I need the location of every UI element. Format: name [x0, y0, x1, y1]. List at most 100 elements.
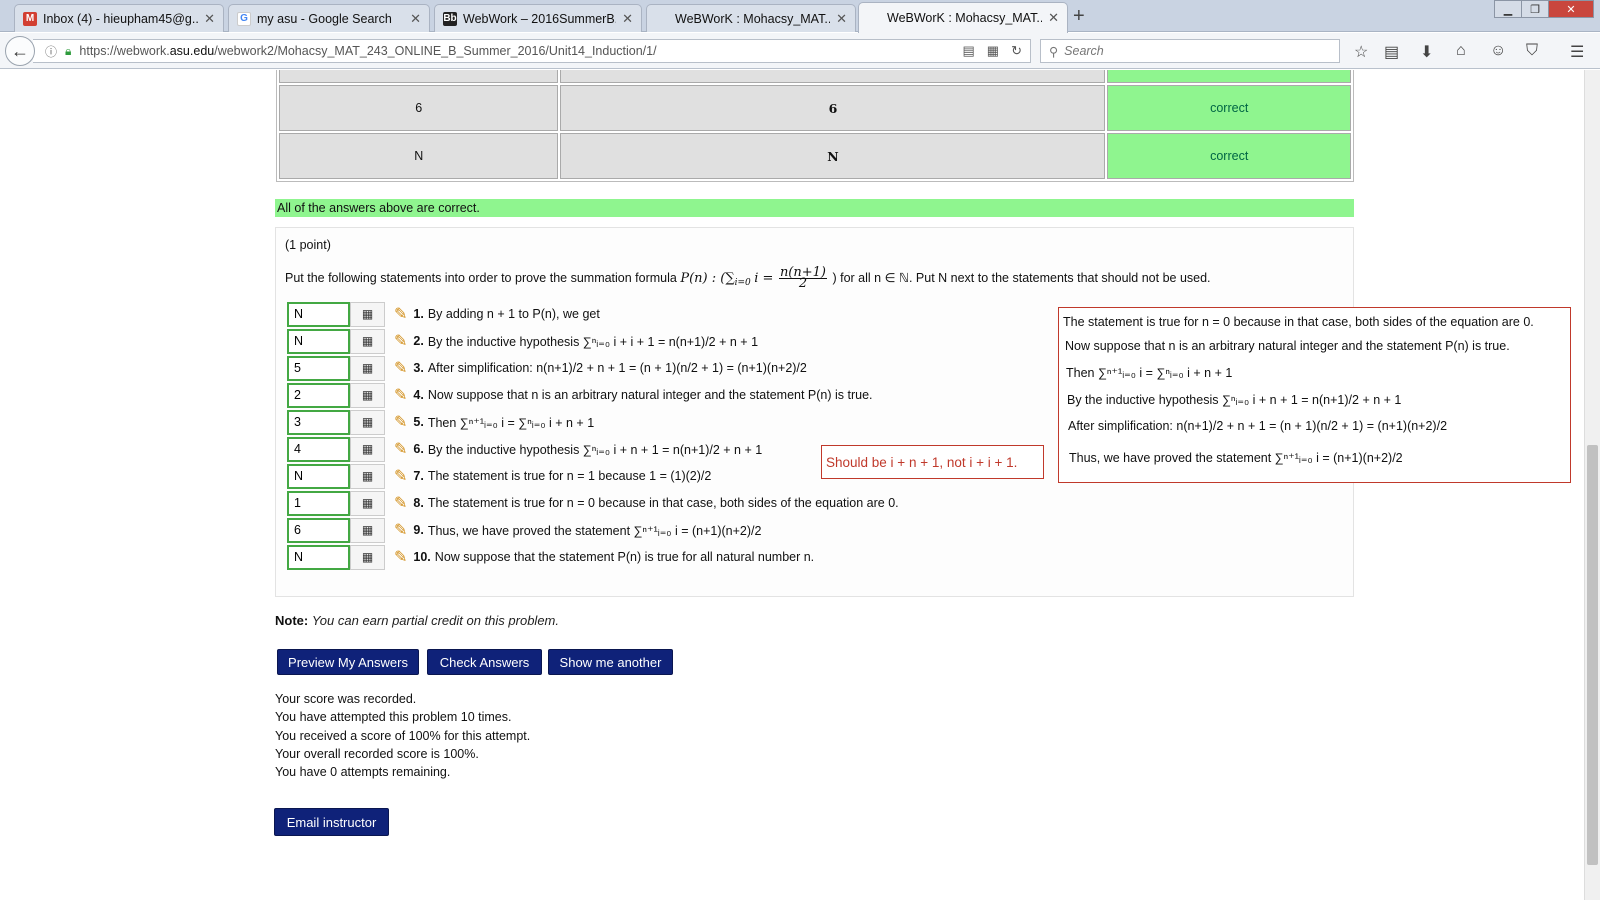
- all-correct-banner: All of the answers above are correct.: [275, 199, 1354, 217]
- answer-palette-icon[interactable]: ▦: [350, 517, 385, 543]
- preview-line: By the inductive hypothesis ∑ⁿᵢ₌₀ i + n …: [1067, 393, 1402, 407]
- navigation-bar: ⓘ 🔒︎ https://webwork.asu.edu/webwork2/Mo…: [0, 33, 1600, 69]
- maximize-icon[interactable]: ❐: [1521, 0, 1549, 18]
- reload-icon[interactable]: ↻: [1011, 43, 1022, 59]
- answer-palette-icon[interactable]: ▦: [350, 409, 385, 435]
- close-tab-icon[interactable]: ✕: [410, 11, 421, 27]
- statement-row: ▦ ✎ 9. Thus, we have proved the statemen…: [287, 517, 762, 543]
- tab-bar: M Inbox (4) - hieupham45@g... ✕ G my asu…: [0, 0, 1600, 33]
- search-icon: ⚲: [1049, 44, 1059, 59]
- answer-input[interactable]: [287, 544, 350, 570]
- answer-input[interactable]: [287, 463, 350, 489]
- bookmark-star-icon[interactable]: ☆: [1354, 42, 1368, 62]
- home-icon[interactable]: ⌂: [1456, 42, 1466, 60]
- close-tab-icon[interactable]: ✕: [622, 11, 633, 27]
- answer-palette-icon[interactable]: ▦: [350, 463, 385, 489]
- entered-cell: N: [279, 133, 559, 179]
- answers-table: 6 6 correct N N correct: [276, 70, 1354, 182]
- new-tab-button[interactable]: +: [1073, 5, 1085, 28]
- answer-input[interactable]: [287, 409, 350, 435]
- tab-title: WeBWorK : Mohacsy_MAT...: [887, 11, 1043, 25]
- statement-text: By the inductive hypothesis ∑ⁿᵢ₌₀ i + i …: [427, 334, 759, 349]
- status-line: Your overall recorded score is 100%.: [275, 746, 479, 761]
- pencil-icon: ✎: [394, 468, 408, 485]
- answer-input[interactable]: [287, 490, 350, 516]
- google-icon: G: [237, 11, 251, 26]
- entered-cell: 6: [279, 85, 559, 131]
- pocket-icon[interactable]: ⛉: [1526, 42, 1538, 60]
- statement-text: After simplification: n(n+1)/2 + n + 1 =…: [427, 361, 807, 375]
- preview-line: After simplification: n(n+1)/2 + n + 1 =…: [1068, 419, 1448, 433]
- preview-cell: 6: [560, 85, 1106, 131]
- problem-box: (1 point) Put the following statements i…: [275, 227, 1571, 597]
- bookmarks-list-icon[interactable]: ▤: [1384, 42, 1399, 62]
- status-line: You have 0 attempts remaining.: [275, 765, 451, 780]
- back-button[interactable]: ←: [5, 36, 35, 66]
- preview-line: The statement is true for n = 0 because …: [1063, 315, 1534, 329]
- tab-title: WeBWorK : Mohacsy_MAT...: [675, 11, 831, 26]
- reader-view-icon[interactable]: ▤: [963, 43, 975, 59]
- answer-palette-icon[interactable]: ▦: [350, 301, 385, 327]
- preview-line: Thus, we have proved the statement ∑ⁿ⁺¹ᵢ…: [1069, 451, 1403, 465]
- browser-tab-webwork-active[interactable]: WeBWorK : Mohacsy_MAT... ✕: [858, 2, 1068, 33]
- table-row: [279, 70, 1351, 83]
- preview-line: Then ∑ⁿ⁺¹ᵢ₌₀ i = ∑ⁿᵢ₌₀ i + n + 1: [1066, 366, 1233, 380]
- statement-text: Now suppose that n is an arbitrary natur…: [427, 388, 873, 402]
- statement-row: ▦ ✎ 6. By the inductive hypothesis ∑ⁿᵢ₌₀…: [287, 436, 762, 462]
- window-controls: ▁ ❐ ✕: [1494, 0, 1594, 18]
- info-icon[interactable]: ⓘ: [45, 43, 57, 60]
- statement-row: ▦ ✎ 4. Now suppose that n is an arbitrar…: [287, 382, 873, 408]
- show-another-button[interactable]: Show me another: [548, 649, 673, 675]
- answer-palette-icon[interactable]: ▦: [350, 490, 385, 516]
- statement-row: ▦ ✎ 1. By adding n + 1 to P(n), we get: [287, 301, 600, 327]
- answer-input[interactable]: [287, 301, 350, 327]
- answer-palette-icon[interactable]: ▦: [350, 328, 385, 354]
- tab-title: WebWork – 2016SummerB...: [463, 11, 617, 26]
- menu-icon[interactable]: ☰: [1570, 42, 1584, 62]
- search-input[interactable]: ⚲ Search: [1040, 39, 1340, 63]
- answer-input[interactable]: [287, 328, 350, 354]
- statement-text: Thus, we have proved the statement ∑ⁿ⁺¹ᵢ…: [427, 523, 762, 538]
- close-tab-icon[interactable]: ✕: [204, 11, 215, 27]
- close-window-icon[interactable]: ✕: [1548, 0, 1594, 18]
- statement-row: ▦ ✎ 5. Then ∑ⁿ⁺¹ᵢ₌₀ i = ∑ⁿᵢ₌₀ i + n + 1: [287, 409, 595, 435]
- pencil-icon: ✎: [394, 549, 408, 566]
- statement-row: ▦ ✎ 7. The statement is true for n = 1 b…: [287, 463, 711, 489]
- minimize-icon[interactable]: ▁: [1494, 0, 1522, 18]
- blackboard-icon: Bb: [443, 11, 457, 26]
- partial-credit-note: Note: You can earn partial credit on thi…: [275, 613, 559, 628]
- download-icon[interactable]: ⬇: [1420, 42, 1433, 62]
- formula-fraction: n(n+1) 2: [778, 265, 827, 291]
- answer-input[interactable]: [287, 517, 350, 543]
- pencil-icon: ✎: [394, 387, 408, 404]
- check-answers-button[interactable]: Check Answers: [427, 649, 542, 675]
- email-instructor-button[interactable]: Email instructor: [274, 808, 389, 836]
- browser-tab-webwork-1[interactable]: WeBWorK : Mohacsy_MAT... ✕: [646, 4, 856, 32]
- answer-preview-box: The statement is true for n = 0 because …: [1058, 307, 1571, 483]
- problem-points: (1 point): [285, 238, 331, 252]
- result-cell: correct: [1107, 133, 1351, 179]
- statement-text: Then ∑ⁿ⁺¹ᵢ₌₀ i = ∑ⁿᵢ₌₀ i + n + 1: [427, 415, 595, 430]
- answer-palette-icon[interactable]: ▦: [350, 382, 385, 408]
- hint-message: Should be i + n + 1, not i + i + 1.: [821, 445, 1044, 479]
- answer-input[interactable]: [287, 382, 350, 408]
- answer-palette-icon[interactable]: ▦: [350, 355, 385, 381]
- status-line: You received a score of 100% for this at…: [275, 728, 531, 743]
- browser-tab-blackboard[interactable]: Bb WebWork – 2016SummerB... ✕: [434, 4, 642, 32]
- address-bar[interactable]: ⓘ 🔒︎ https://webwork.asu.edu/webwork2/Mo…: [33, 39, 1031, 63]
- answer-palette-icon[interactable]: ▦: [350, 436, 385, 462]
- scrollbar-thumb[interactable]: [1587, 445, 1598, 865]
- answer-input[interactable]: [287, 436, 350, 462]
- extension-icon[interactable]: ▦: [987, 43, 999, 59]
- browser-tab-google[interactable]: G my asu - Google Search ✕: [228, 4, 430, 32]
- close-tab-icon[interactable]: ✕: [836, 11, 847, 27]
- close-tab-icon[interactable]: ✕: [1048, 10, 1059, 26]
- chat-icon[interactable]: ☺: [1490, 42, 1506, 60]
- url-text: https://webwork.asu.edu/webwork2/Mohacsy…: [79, 44, 657, 58]
- browser-tab-gmail[interactable]: M Inbox (4) - hieupham45@g... ✕: [14, 4, 224, 32]
- page-scrollbar[interactable]: [1584, 70, 1600, 900]
- answer-input[interactable]: [287, 355, 350, 381]
- preview-answers-button[interactable]: Preview My Answers: [277, 649, 419, 675]
- pencil-icon: ✎: [394, 495, 408, 512]
- answer-palette-icon[interactable]: ▦: [350, 544, 385, 570]
